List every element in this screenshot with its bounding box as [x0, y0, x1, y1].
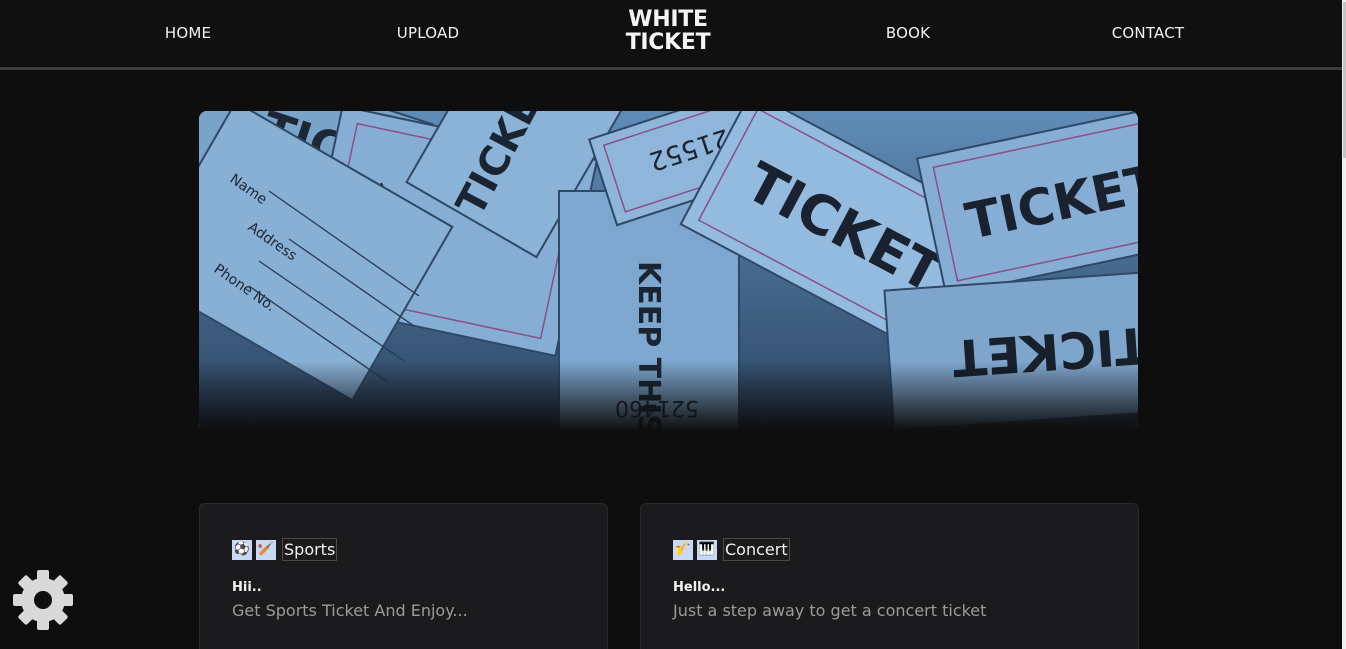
- card-description: Just a step away to get a concert ticket: [673, 601, 987, 620]
- concert-card[interactable]: 🎷 🎹 Concert Hello... Just a step away to…: [640, 503, 1139, 649]
- hero-tickets-image: TICKET 1215 TICKET KEEP THIS COUPON 5214…: [199, 111, 1138, 431]
- nav-upload-link[interactable]: UPLOAD: [397, 24, 459, 42]
- nav-home-link[interactable]: HOME: [165, 24, 211, 42]
- site-logo[interactable]: WHITE TICKET: [626, 8, 711, 54]
- nav-contact-link[interactable]: CONTACT: [1112, 24, 1185, 42]
- settings-gear-button[interactable]: [12, 569, 74, 631]
- card-title: Concert: [723, 538, 790, 561]
- sports-card[interactable]: ⚽ 🏏 Sports Hii.. Get Sports Ticket And E…: [199, 503, 608, 649]
- logo-line-1: WHITE: [628, 7, 708, 32]
- card-greeting: Hii..: [232, 580, 262, 595]
- logo-line-2: TICKET: [625, 30, 711, 55]
- piano-keys-icon: 🎹: [697, 539, 717, 560]
- card-greeting: Hello...: [673, 580, 726, 595]
- gear-icon: [13, 570, 73, 630]
- card-title-row: ⚽ 🏏 Sports: [232, 538, 338, 561]
- hero-fade-overlay: [199, 361, 1138, 431]
- card-description: Get Sports Ticket And Enjoy...: [232, 601, 468, 620]
- nav-book-link[interactable]: BOOK: [886, 24, 930, 42]
- cricket-bat-icon: 🏏: [256, 539, 276, 560]
- saxophone-icon: 🎷: [673, 539, 693, 560]
- card-title-row: 🎷 🎹 Concert: [673, 538, 790, 561]
- soccer-ball-icon: ⚽: [232, 539, 252, 560]
- page: HOME UPLOAD WHITE TICKET BOOK CONTACT TI…: [0, 0, 1346, 649]
- navbar: HOME UPLOAD WHITE TICKET BOOK CONTACT: [0, 0, 1342, 70]
- card-title: Sports: [282, 538, 338, 561]
